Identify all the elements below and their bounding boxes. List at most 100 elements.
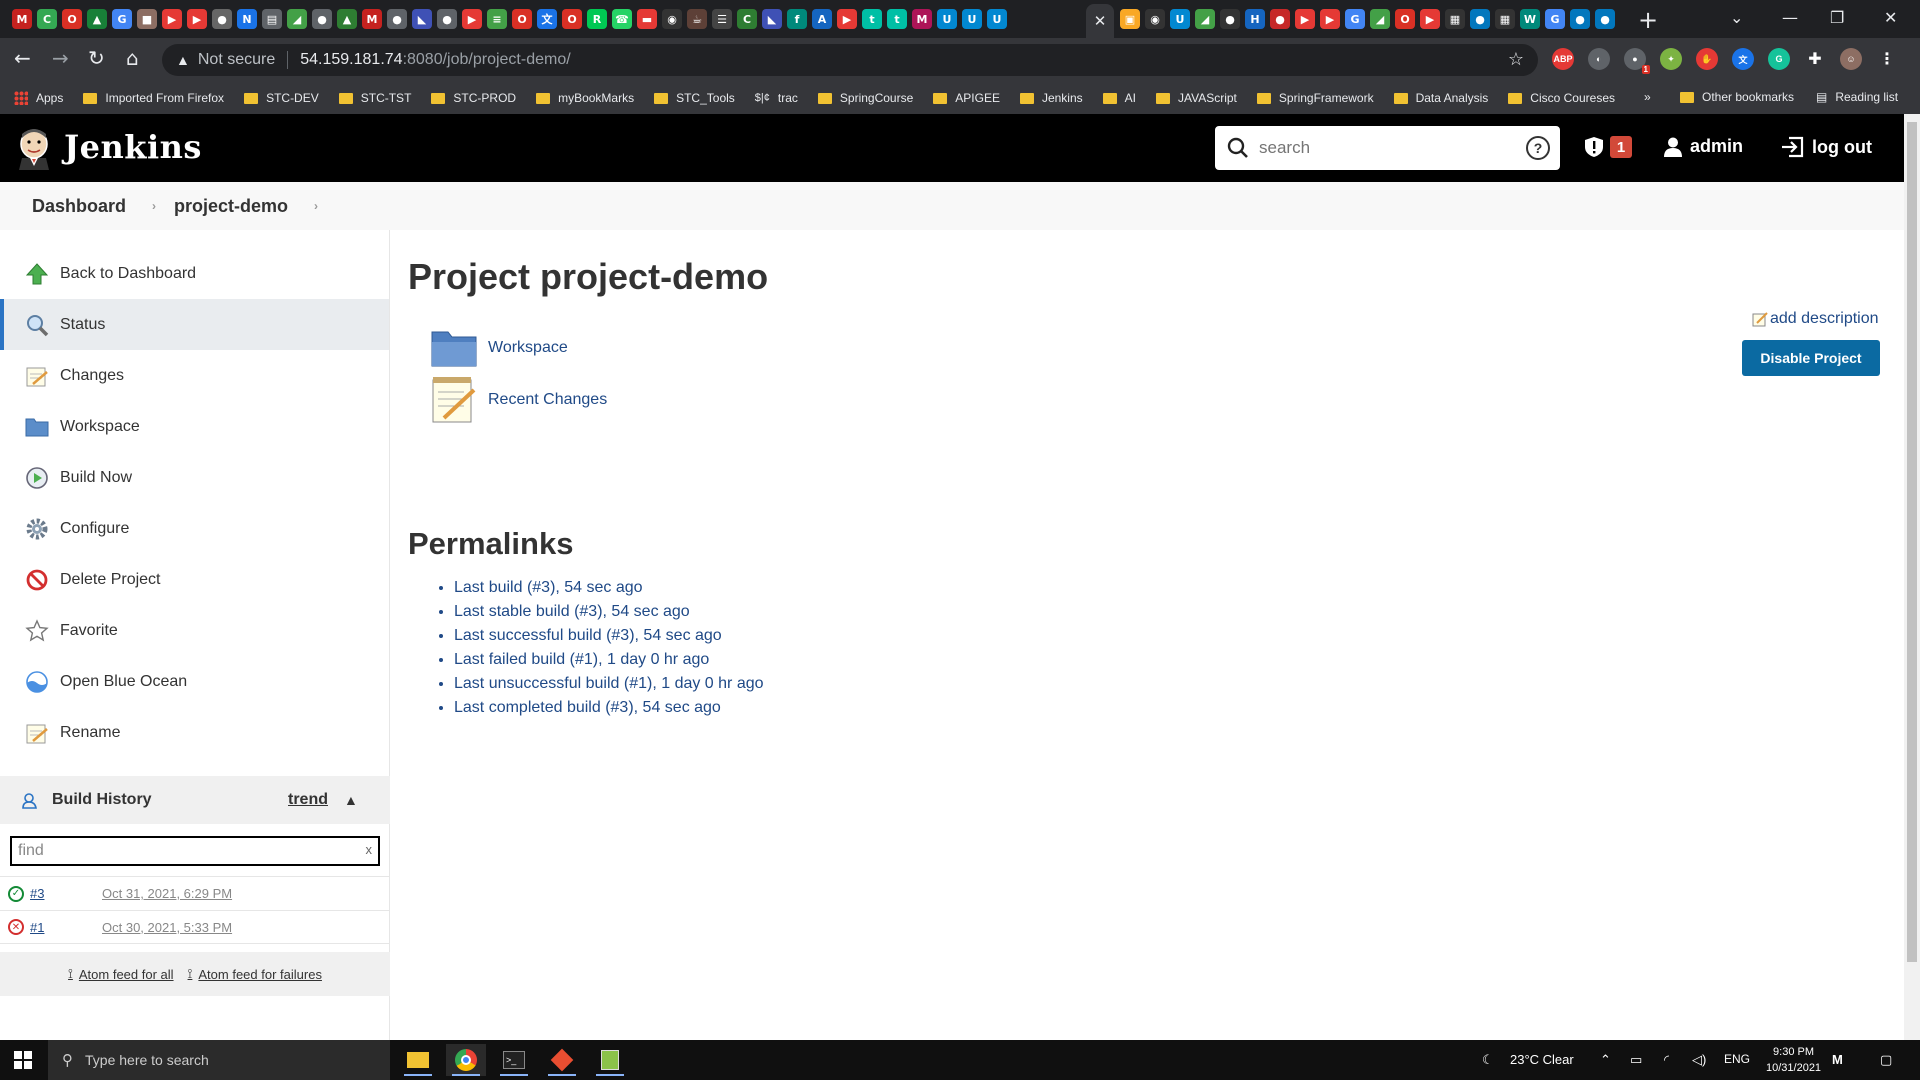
tab-icon[interactable]: ≡ [487, 9, 507, 29]
logout-link[interactable]: log out [1780, 136, 1872, 158]
tab-icon[interactable]: H [1245, 9, 1265, 29]
youtube-tab-icon[interactable]: ▶ [1320, 9, 1340, 29]
tab-icon[interactable]: ▤ [262, 9, 282, 29]
tab-icon[interactable]: ● [212, 9, 232, 29]
tab-icon[interactable]: ● [1595, 9, 1615, 29]
recent-changes-link[interactable]: Recent Changes [430, 374, 607, 426]
translate-tab-icon[interactable]: 文 [537, 9, 557, 29]
permalink-last-build[interactable]: Last build (#3), 54 sec ago [454, 576, 764, 600]
jenkins-logo-icon[interactable] [16, 128, 52, 170]
close-icon[interactable]: ✕ [1094, 12, 1107, 30]
bookmark-imported-from-firefox[interactable]: Imported From Firefox [83, 91, 224, 105]
puzzle-icon[interactable]: ✚ [1804, 48, 1826, 70]
tab-icon[interactable]: ◢ [1195, 9, 1215, 29]
disable-project-button[interactable]: Disable Project [1742, 340, 1880, 376]
home-icon[interactable]: ⌂ [126, 46, 139, 70]
scrollbar-thumb[interactable] [1907, 122, 1917, 962]
breadcrumb-dashboard[interactable]: Dashboard [32, 196, 126, 217]
chevron-up-icon[interactable]: ▲ [344, 792, 358, 808]
tab-icon[interactable]: ◣ [762, 9, 782, 29]
language-indicator[interactable]: ENG [1724, 1052, 1750, 1066]
bookmarks-overflow-button[interactable]: » [1644, 90, 1651, 104]
breadcrumb-project[interactable]: project-demo [174, 196, 288, 217]
tab-icon[interactable]: M [912, 9, 932, 29]
terminal-icon[interactable]: >_ [494, 1044, 534, 1076]
tab-icon[interactable]: t [862, 9, 882, 29]
build-date-link[interactable]: Oct 30, 2021, 5:33 PM [102, 920, 232, 935]
tab-icon[interactable]: ● [437, 9, 457, 29]
address-bar[interactable]: ▲ Not secure 54.159.181.74 :8080/job/pro… [162, 44, 1538, 76]
google-tab-icon[interactable]: G [1545, 9, 1565, 29]
permalink-last-unsuccessful-build[interactable]: Last unsuccessful build (#1), 1 day 0 hr… [454, 672, 764, 696]
tab-icon[interactable]: ◣ [412, 9, 432, 29]
bookmark-star-icon[interactable]: ☆ [1508, 49, 1524, 70]
tab-icon[interactable]: W [1520, 9, 1540, 29]
github-tab-icon[interactable]: ◉ [662, 9, 682, 29]
bookmark-mybookmarks[interactable]: myBookMarks [536, 91, 634, 105]
chevron-right-icon[interactable]: › [314, 199, 318, 213]
oracle-tab-icon[interactable]: O [1395, 9, 1415, 29]
notion-tab-icon[interactable]: N [237, 9, 257, 29]
warning-icon[interactable]: ▲ [176, 52, 190, 68]
wifi-icon[interactable]: ◜ [1664, 1052, 1669, 1068]
youtube-tab-icon[interactable]: ▶ [837, 9, 857, 29]
drive-tab-icon[interactable]: ▲ [87, 9, 107, 29]
youtube-tab-icon[interactable]: ▶ [1420, 9, 1440, 29]
tab-icon[interactable]: C [737, 9, 757, 29]
google-tab-icon[interactable]: G [1345, 9, 1365, 29]
tab-icon[interactable]: ■ [137, 9, 157, 29]
tab-icon[interactable]: ▣ [1120, 9, 1140, 29]
maximize-button[interactable]: ❐ [1830, 8, 1844, 27]
oracle-tab-icon[interactable]: O [62, 9, 82, 29]
tab-icon[interactable]: ▲ [337, 9, 357, 29]
user-menu[interactable]: admin [1664, 136, 1743, 157]
tab-icon[interactable]: ▦ [1445, 9, 1465, 29]
task-workspace[interactable]: Workspace [0, 401, 389, 452]
bookmark-javascript[interactable]: JAVAScript [1155, 91, 1237, 105]
build-number-link[interactable]: #1 [30, 920, 44, 935]
udemy-tab-icon[interactable]: U [962, 9, 982, 29]
atom-feed-failures-link[interactable]: ⟟ Atom feed for failures [188, 966, 322, 982]
bookmark-stc-prod[interactable]: STC-PROD [431, 91, 516, 105]
build-date-link[interactable]: Oct 31, 2021, 6:29 PM [102, 886, 232, 901]
task-changes[interactable]: Changes [0, 350, 389, 401]
tab-icon[interactable]: C [37, 9, 57, 29]
task-configure[interactable]: Configure [0, 503, 389, 554]
bookmark-springframework[interactable]: SpringFramework [1256, 91, 1374, 105]
task-build-now[interactable]: Build Now [0, 452, 389, 503]
menu-icon[interactable]: ⋮ [1876, 48, 1898, 70]
task-status[interactable]: Status [0, 299, 389, 350]
tab-icon[interactable]: ● [1570, 9, 1590, 29]
reload-icon[interactable]: ↻ [88, 46, 105, 70]
youtube-tab-icon[interactable]: ▶ [162, 9, 182, 29]
tab-icon[interactable]: ● [1270, 9, 1290, 29]
extension-icon[interactable]: ◐ [1588, 48, 1610, 70]
bookmark-cisco-coureses[interactable]: Cisco Coureses [1508, 91, 1615, 105]
app-tray-icon[interactable]: M [1832, 1052, 1843, 1067]
udemy-tab-icon[interactable]: U [987, 9, 1007, 29]
forward-icon[interactable]: → [52, 46, 69, 70]
tab-icon[interactable]: t [887, 9, 907, 29]
task-rename[interactable]: Rename [0, 707, 389, 758]
help-icon[interactable]: ? [1526, 136, 1550, 160]
tab-icon[interactable]: ● [312, 9, 332, 29]
bookmark-apps[interactable]: Apps [14, 91, 63, 105]
jenkins-title[interactable]: Jenkins [64, 128, 202, 166]
youtube-tab-icon[interactable]: ▶ [187, 9, 207, 29]
task-back-to-dashboard[interactable]: Back to Dashboard [0, 248, 389, 299]
tab-icon[interactable]: ◢ [1370, 9, 1390, 29]
active-tab[interactable]: ✕ [1086, 4, 1114, 38]
bookmark-ai[interactable]: AI [1102, 91, 1136, 105]
back-icon[interactable]: ← [14, 46, 31, 70]
youtube-tab-icon[interactable]: ▶ [462, 9, 482, 29]
tray-chevron-icon[interactable]: ⌃ [1600, 1052, 1611, 1068]
build-number-link[interactable]: #3 [30, 886, 44, 901]
google-tab-icon[interactable]: G [112, 9, 132, 29]
reading-list[interactable]: ▤ Reading list [1816, 90, 1898, 104]
jenkins-search-box[interactable]: ? [1215, 126, 1560, 170]
task-favorite[interactable]: Favorite [0, 605, 389, 656]
tab-icon[interactable]: ● [387, 9, 407, 29]
build-find-input[interactable]: find x [10, 836, 380, 866]
bookmark-springcourse[interactable]: SpringCourse [817, 91, 913, 105]
add-description-link[interactable]: add description [1752, 310, 1879, 328]
